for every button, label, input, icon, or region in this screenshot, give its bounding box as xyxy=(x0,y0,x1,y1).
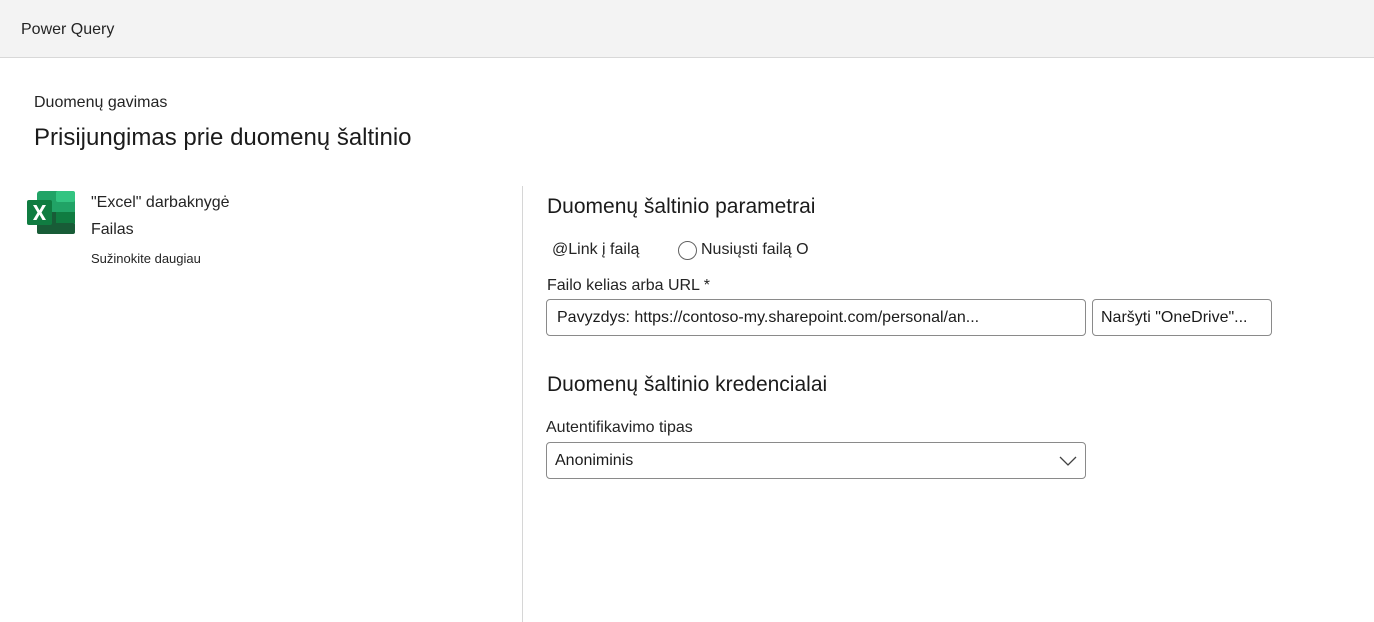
radio-upload-label: Nusiųsti failą O xyxy=(701,241,809,258)
top-bar: Power Query xyxy=(0,0,1374,58)
breadcrumb: Duomenų gavimas xyxy=(34,94,168,111)
connector-category: Failas xyxy=(91,221,134,238)
page-title: Prisijungimas prie duomenų šaltinio xyxy=(34,124,412,151)
file-path-input[interactable] xyxy=(546,299,1086,336)
credentials-section-title: Duomenų šaltinio kredencialai xyxy=(547,373,828,396)
chevron-down-icon xyxy=(1059,456,1077,466)
connector-name: "Excel" darbaknygė xyxy=(91,194,230,211)
auth-type-label: Autentifikavimo tipas xyxy=(546,419,693,436)
auth-type-value: Anoniminis xyxy=(555,451,634,469)
parameters-section-title: Duomenų šaltinio parametrai xyxy=(547,195,816,218)
browse-onedrive-button[interactable]: Naršyti "OneDrive"... xyxy=(1092,299,1272,336)
radio-circle-icon[interactable] xyxy=(678,240,697,260)
app-title: Power Query xyxy=(21,21,115,38)
radio-upload-file[interactable]: Nusiųsti failą O xyxy=(678,240,809,260)
auth-type-dropdown[interactable]: Anoniminis xyxy=(546,442,1086,479)
learn-more-link[interactable]: Sužinokite daugiau xyxy=(91,251,201,266)
excel-icon xyxy=(27,191,75,234)
file-path-label: Failo kelias arba URL * xyxy=(547,277,711,294)
pane-divider xyxy=(522,186,523,622)
radio-link-to-file[interactable]: @Link į failą xyxy=(552,241,639,259)
